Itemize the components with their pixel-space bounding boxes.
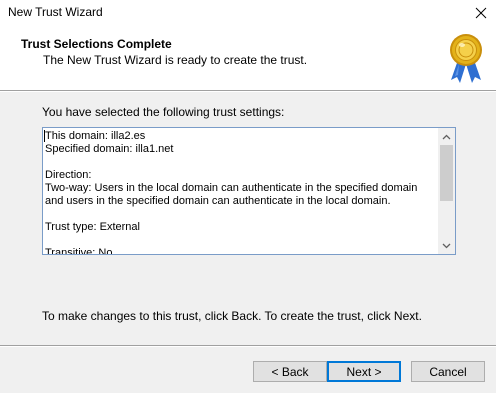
- wizard-header: Trust Selections Complete The New Trust …: [0, 28, 496, 90]
- cancel-button[interactable]: Cancel: [411, 361, 485, 382]
- settings-line: Transitive: No: [45, 247, 113, 255]
- page-title: Trust Selections Complete: [21, 37, 172, 51]
- title-bar: New Trust Wizard: [0, 0, 496, 28]
- intro-label: You have selected the following trust se…: [42, 105, 285, 119]
- scrollbar-thumb[interactable]: [440, 145, 453, 201]
- settings-line: Trust type: External: [45, 221, 140, 233]
- trust-settings-textbox[interactable]: This domain: illa2.es Specified domain: …: [42, 127, 456, 255]
- button-bar: < Back Next > Cancel: [0, 347, 496, 393]
- close-icon: [475, 7, 487, 19]
- scroll-up-button[interactable]: [438, 128, 455, 145]
- settings-line: Direction:: [45, 169, 92, 181]
- settings-line: Specified domain: illa1.net: [45, 143, 174, 155]
- window-title: New Trust Wizard: [8, 5, 103, 19]
- back-button[interactable]: < Back: [253, 361, 327, 382]
- settings-line: Two-way: Users in the local domain can a…: [45, 182, 418, 207]
- wizard-body: You have selected the following trust se…: [0, 92, 496, 345]
- instruction-text: To make changes to this trust, click Bac…: [42, 309, 422, 323]
- next-button[interactable]: Next >: [327, 361, 401, 382]
- settings-line: This domain: illa2.es: [45, 130, 146, 142]
- close-button[interactable]: [466, 0, 496, 26]
- certificate-seal-icon: [450, 34, 482, 83]
- trust-settings-content: This domain: illa2.es Specified domain: …: [45, 130, 435, 255]
- vertical-scrollbar[interactable]: [438, 128, 455, 254]
- scroll-down-button[interactable]: [438, 237, 455, 254]
- chevron-down-icon: [442, 243, 451, 248]
- page-subtitle: The New Trust Wizard is ready to create …: [43, 53, 308, 67]
- chevron-up-icon: [442, 134, 451, 139]
